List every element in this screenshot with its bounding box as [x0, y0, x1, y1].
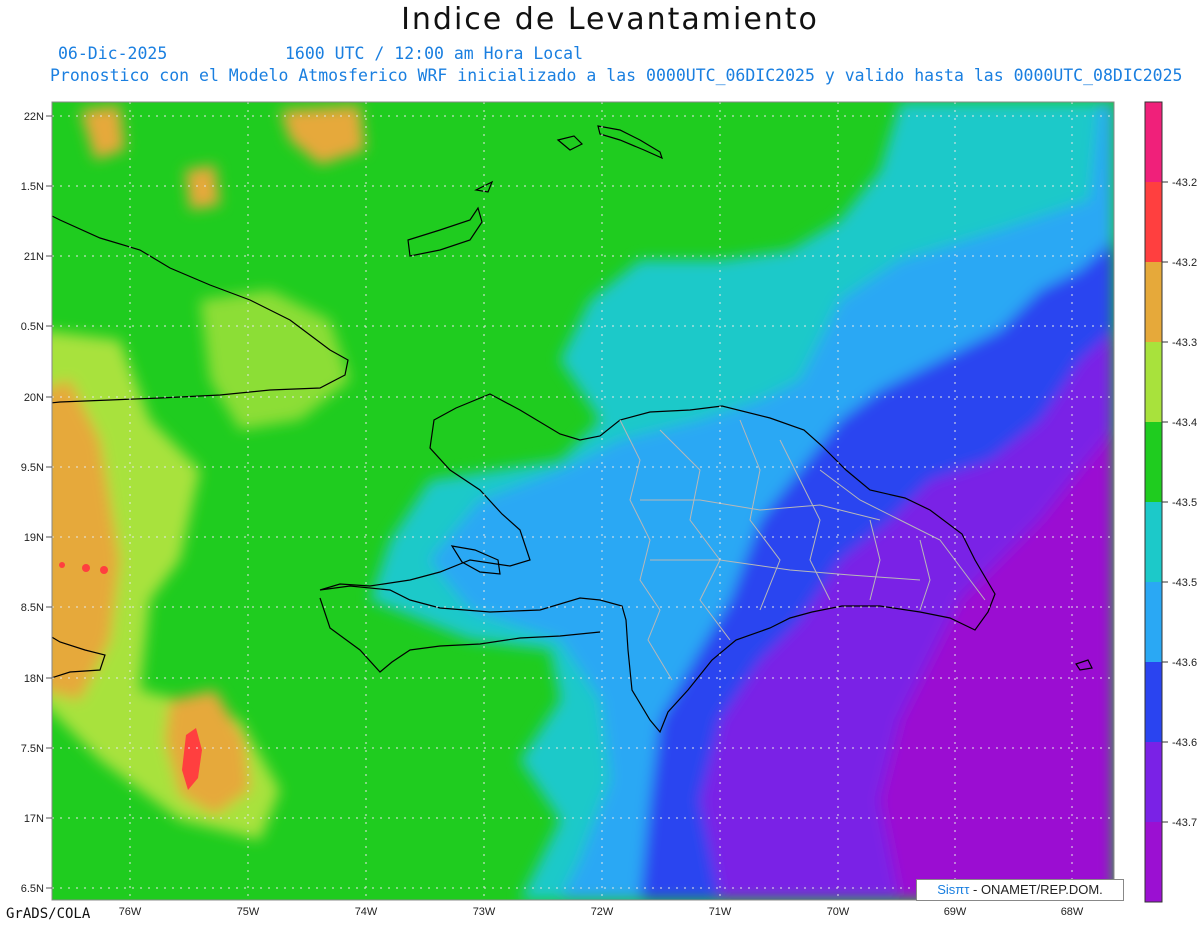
lat-label-18n: 18N — [24, 673, 44, 685]
lat-label-19-5n: 9.5N — [21, 462, 44, 474]
lon-label-76w: 76W — [119, 906, 142, 918]
lat-label-17-5n: 7.5N — [21, 743, 44, 755]
colorbar-label: -43.5 — [1172, 577, 1197, 589]
colorbar-swatch — [1145, 182, 1162, 262]
lat-label-18-5n: 8.5N — [21, 602, 44, 614]
credit-box: Sisπτ - ONAMET/REP.DOM. — [916, 879, 1124, 901]
colorbar-label: -43.6 — [1172, 737, 1197, 749]
colorbar-label: -43.2 — [1172, 257, 1197, 269]
colorbar-swatch — [1145, 822, 1162, 902]
colorbar-label: -43.3 — [1172, 337, 1197, 349]
lat-label-16-5n: 6.5N — [21, 883, 44, 895]
sispt-logo: Sisπτ — [937, 882, 970, 897]
colorbar-swatch — [1145, 502, 1162, 582]
lat-label-22n: 22N — [24, 111, 44, 123]
map-figure: 22N 1.5N 21N 0.5N 20N 9.5N 19N 8.5N 18N … — [21, 101, 1197, 918]
lat-label-20-5n: 0.5N — [21, 321, 44, 333]
software-credit: GrADS/COLA — [6, 906, 91, 922]
map-title: Indice de Levantamiento — [401, 2, 819, 37]
longitude-labels: 76W 75W 74W 73W 72W 71W 70W 69W 68W — [119, 906, 1084, 918]
colorbar-swatch — [1145, 742, 1162, 822]
colorbar-swatch — [1145, 422, 1162, 502]
field-layer — [52, 102, 1114, 900]
colorbar: -43.2 -43.2 -43.3 -43.4 -43.5 -43.5 -43.… — [1144, 101, 1197, 903]
colorbar-label: -43.4 — [1172, 417, 1197, 429]
lon-label-72w: 72W — [591, 906, 614, 918]
lon-label-70w: 70W — [827, 906, 850, 918]
colorbar-label: -43.7 — [1172, 817, 1197, 829]
forecast-subtitle: Pronostico con el Modelo Atmosferico WRF… — [50, 66, 1183, 85]
colorbar-swatch — [1145, 582, 1162, 662]
lon-label-69w: 69W — [944, 906, 967, 918]
forecast-date: 06-Dic-2025 — [58, 44, 168, 63]
lon-label-75w: 75W — [237, 906, 260, 918]
forecast-time: 1600 UTC / 12:00 am Hora Local — [285, 44, 584, 63]
lon-label-68w: 68W — [1061, 906, 1084, 918]
colorbar-label: -43.2 — [1172, 177, 1197, 189]
lat-label-20n: 20N — [24, 392, 44, 404]
colorbar-swatch — [1145, 262, 1162, 342]
colorbar-swatch — [1145, 342, 1162, 422]
lat-label-21n: 21N — [24, 251, 44, 263]
colorbar-label: -43.6 — [1172, 657, 1197, 669]
lat-label-19n: 19N — [24, 532, 44, 544]
credit-text: - ONAMET/REP.DOM. — [969, 882, 1103, 897]
lat-label-17n: 17N — [24, 813, 44, 825]
colorbar-swatch — [1145, 102, 1162, 182]
lon-label-73w: 73W — [473, 906, 496, 918]
lon-label-74w: 74W — [355, 906, 378, 918]
lon-label-71w: 71W — [709, 906, 732, 918]
colorbar-label: -43.5 — [1172, 497, 1197, 509]
latitude-labels: 22N 1.5N 21N 0.5N 20N 9.5N 19N 8.5N 18N … — [21, 111, 44, 895]
lat-label-21-5n: 1.5N — [21, 181, 44, 193]
colorbar-swatch — [1145, 662, 1162, 742]
